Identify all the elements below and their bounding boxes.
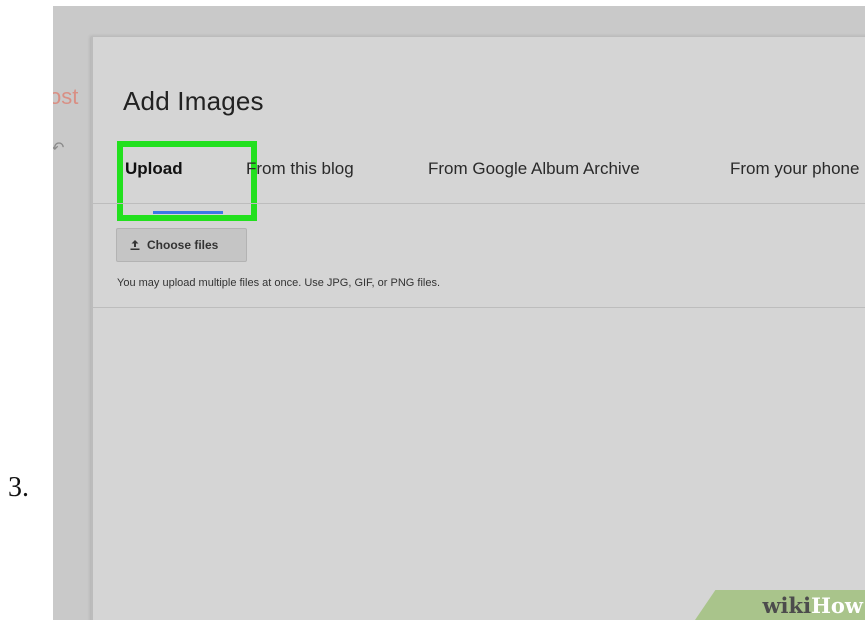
screenshot-frame: ost ↶ Add Images Upload From this blog F… xyxy=(53,6,865,620)
undo-icon: ↶ xyxy=(53,140,65,157)
highlight-box xyxy=(117,141,257,221)
watermark-wiki: wiki xyxy=(762,592,812,618)
tabs-divider xyxy=(93,203,865,204)
background-post-text: ost xyxy=(53,84,79,109)
tab-from-this-blog[interactable]: From this blog xyxy=(246,159,354,179)
watermark-how: How xyxy=(811,592,863,618)
wikihow-watermark: wiki How xyxy=(695,590,865,620)
upload-hint-text: You may upload multiple files at once. U… xyxy=(117,277,441,289)
tab-from-google-album-archive[interactable]: From Google Album Archive xyxy=(428,159,640,179)
add-images-dialog: Add Images Upload From this blog From Go… xyxy=(91,36,865,620)
tab-upload[interactable]: Upload xyxy=(117,141,257,221)
tab-bar: Upload From this blog From Google Album … xyxy=(93,141,865,221)
choose-files-label: Choose files xyxy=(147,238,219,252)
step-number: 3. xyxy=(8,472,29,503)
content-divider xyxy=(93,307,865,308)
tab-from-your-phone[interactable]: From your phone xyxy=(730,159,859,179)
dialog-title: Add Images xyxy=(123,86,264,116)
upload-icon xyxy=(129,239,141,251)
choose-files-button[interactable]: Choose files xyxy=(116,228,247,262)
